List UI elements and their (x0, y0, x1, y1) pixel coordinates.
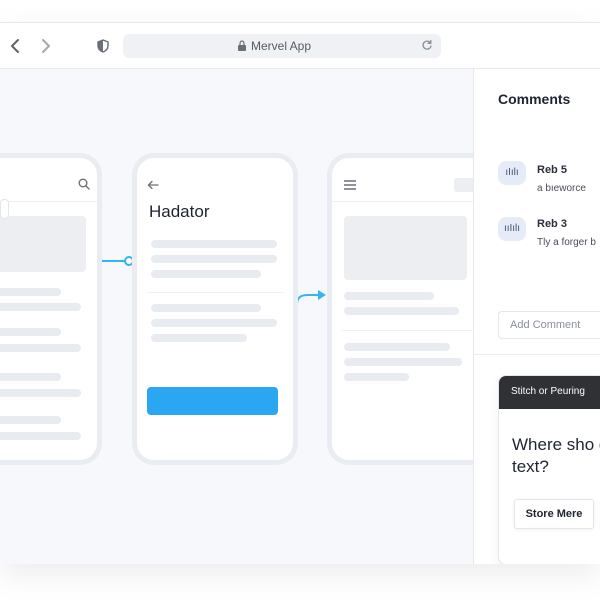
primary-button[interactable] (147, 387, 278, 415)
prompt-card-header: Stitch or Peuring (499, 376, 600, 409)
app-window: Mervel App Hadator Comments ıIılı Reb 5 … (0, 22, 600, 564)
text-placeholder (344, 343, 450, 351)
text-placeholder (0, 389, 81, 397)
screen-1-content (0, 158, 97, 460)
section-divider (342, 330, 473, 331)
text-placeholder (0, 288, 61, 296)
header-divider (0, 201, 97, 202)
header-button-placeholder (454, 178, 473, 192)
header-divider (332, 201, 473, 202)
overlay-chip (0, 199, 9, 219)
forward-button[interactable] (37, 37, 53, 55)
url-text: Mervel App (251, 39, 312, 53)
text-placeholder (0, 432, 81, 440)
comment-text: Tly a forger b (537, 237, 596, 248)
text-placeholder (151, 319, 277, 327)
comment-author: Reb 5 (537, 164, 567, 176)
section-divider (147, 292, 283, 293)
prompt-card: Stitch or Peuring Where sho go text? Sto… (498, 375, 600, 564)
text-placeholder (151, 255, 277, 263)
text-placeholder (0, 416, 61, 424)
connector-arrowhead (318, 290, 326, 300)
image-placeholder (0, 216, 86, 272)
chevron-right-icon (42, 39, 50, 53)
store-more-button-label: Store Mere (525, 508, 583, 520)
screen-3[interactable] (327, 153, 473, 465)
browser-toolbar: Mervel App (0, 23, 600, 69)
search-icon[interactable] (78, 178, 90, 190)
text-placeholder (344, 292, 434, 300)
store-more-button[interactable]: Store Mere (514, 499, 594, 529)
text-placeholder (0, 344, 81, 352)
text-placeholder (151, 304, 261, 312)
text-placeholder (0, 328, 61, 336)
prototype-canvas[interactable]: Hadator (0, 69, 473, 564)
add-comment-input[interactable]: Add Comment (498, 311, 600, 339)
text-placeholder (151, 240, 277, 248)
prompt-card-header-text: Stitch or Peuring (511, 386, 585, 397)
lock-icon (238, 40, 246, 51)
privacy-button[interactable] (96, 39, 110, 53)
hamburger-menu-icon[interactable] (344, 180, 356, 190)
text-placeholder (0, 303, 81, 311)
screen-heading: Hadator (149, 202, 210, 221)
text-placeholder (344, 358, 462, 366)
panel-divider (474, 354, 600, 355)
text-placeholder (151, 334, 247, 342)
reload-icon[interactable] (421, 39, 433, 51)
screen-2-content: Hadator (137, 158, 293, 460)
text-placeholder (151, 270, 261, 278)
avatar[interactable]: ıIılı (498, 161, 526, 185)
screen-3-content (332, 158, 473, 460)
avatar[interactable]: ııIılı (498, 217, 526, 241)
image-placeholder (344, 216, 467, 280)
comment-author: Reb 3 (537, 218, 567, 230)
text-placeholder (0, 373, 61, 381)
add-comment-placeholder: Add Comment (510, 319, 581, 331)
address-bar[interactable]: Mervel App (123, 34, 441, 58)
text-placeholder (344, 307, 459, 315)
back-button[interactable] (8, 37, 24, 55)
panel-title: Comments (498, 91, 571, 107)
comments-panel: Comments ıIılı Reb 5 a bıeworce ııIılı R… (473, 69, 600, 564)
screen-1[interactable] (0, 153, 102, 465)
arrow-left-icon[interactable] (147, 180, 159, 190)
comment-text: a bıeworce (537, 183, 586, 194)
text-placeholder (344, 373, 409, 381)
screen-2[interactable]: Hadator (132, 153, 298, 465)
prompt-question: Where sho go text? (512, 435, 600, 476)
chevron-left-icon (11, 39, 19, 53)
shield-icon (97, 39, 109, 53)
